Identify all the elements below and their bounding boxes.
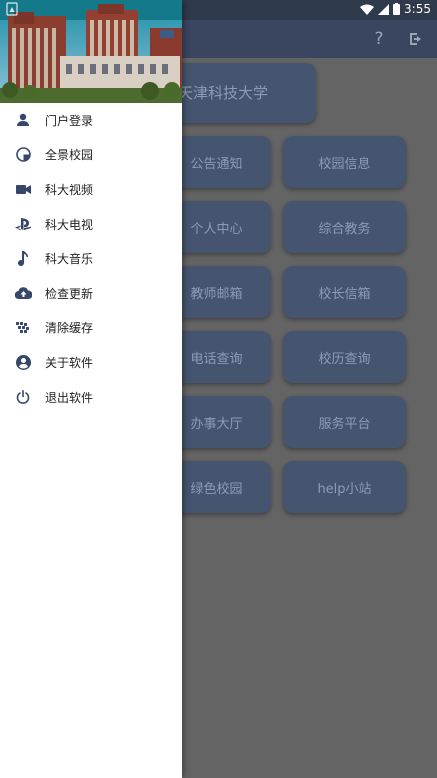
drawer-header-image	[0, 0, 182, 103]
menu-item-videos[interactable]: 科大视频	[0, 172, 182, 207]
account-circle-icon	[14, 353, 32, 371]
menu-label: 清除缓存	[45, 321, 94, 336]
menu-item-exit[interactable]: 退出软件	[0, 380, 182, 415]
campus-building-image	[0, 0, 182, 103]
menu-label: 科大音乐	[45, 252, 94, 267]
video-camera-icon	[14, 180, 32, 198]
menu-item-clear-cache[interactable]: 清除缓存	[0, 311, 182, 346]
menu-label: 全景校园	[45, 148, 94, 163]
signal-icon	[378, 3, 390, 15]
menu-label: 门户登录	[45, 113, 94, 128]
cloud-upload-icon	[14, 284, 32, 302]
menu-label: 科大视频	[45, 182, 94, 197]
navigation-drawer: 门户登录 全景校园 科大视频 科大电视 科大音乐 检查更新 清除缓存 关于软件 …	[0, 0, 182, 778]
menu-item-music[interactable]: 科大音乐	[0, 241, 182, 276]
power-icon	[14, 388, 32, 406]
menu-item-panorama-campus[interactable]: 全景校园	[0, 138, 182, 173]
menu-label: 检查更新	[45, 286, 94, 301]
menu-item-tv[interactable]: 科大电视	[0, 207, 182, 242]
menu-item-check-update[interactable]: 检查更新	[0, 276, 182, 311]
panorama-icon	[14, 146, 32, 164]
music-note-icon	[14, 250, 32, 268]
menu-label: 科大电视	[45, 217, 94, 232]
menu-label: 关于软件	[45, 355, 94, 370]
wifi-icon	[360, 4, 375, 15]
tv-logo-icon	[14, 215, 32, 233]
battery-icon	[393, 3, 401, 15]
status-icons: 3:55	[360, 2, 431, 16]
drawer-menu: 门户登录 全景校园 科大视频 科大电视 科大音乐 检查更新 清除缓存 关于软件 …	[0, 103, 182, 414]
clock: 3:55	[404, 2, 431, 16]
menu-item-portal-login[interactable]: 门户登录	[0, 103, 182, 138]
broom-dots-icon	[14, 319, 32, 337]
person-icon	[14, 111, 32, 129]
menu-item-about[interactable]: 关于软件	[0, 345, 182, 380]
menu-label: 退出软件	[45, 390, 94, 405]
